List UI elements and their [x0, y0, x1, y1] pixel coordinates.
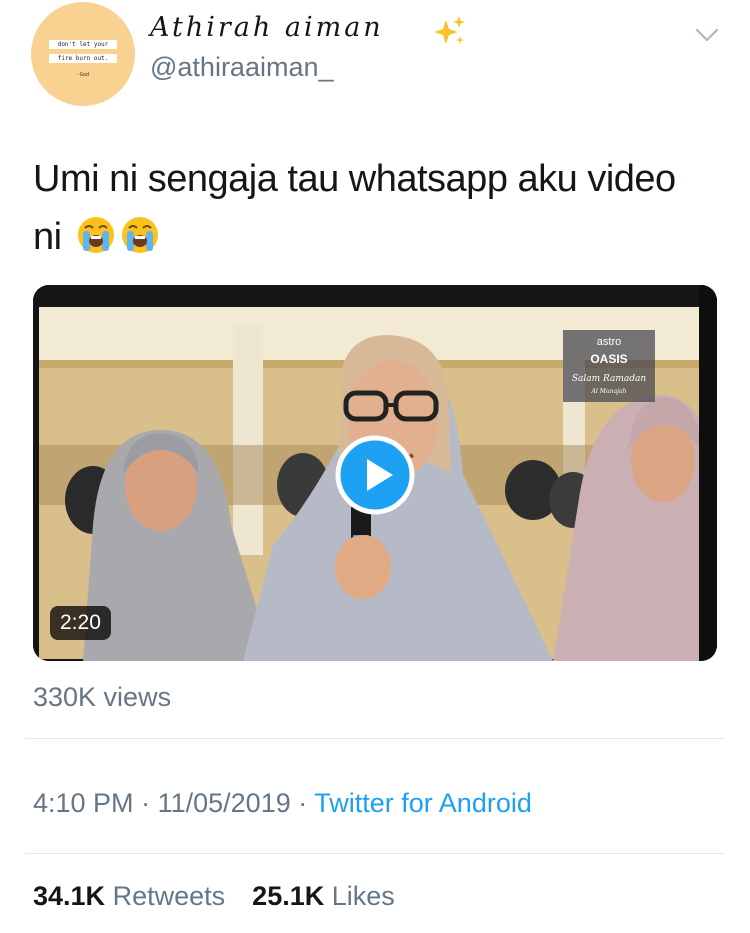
overlay-logo-line-2: OASIS	[590, 352, 627, 366]
avatar-note-sign: -God	[76, 72, 90, 78]
divider	[25, 853, 725, 854]
meta-separator: ·	[298, 788, 308, 818]
user-handle[interactable]: @athiraaiman_	[150, 52, 334, 83]
tweet-time: 4:10 PM	[33, 788, 134, 818]
display-name[interactable]: Athirah aiman	[150, 12, 384, 43]
overlay-logo-line-1: astro	[597, 336, 621, 348]
retweets-stat[interactable]: 34.1K Retweets	[33, 881, 233, 911]
avatar[interactable]: don't let your fire burn out. -God	[31, 2, 135, 106]
avatar-note-line-2: fire burn out.	[49, 54, 117, 63]
tweet-date: 11/05/2019	[157, 788, 291, 818]
sparkles-icon	[434, 16, 465, 44]
overlay-logo-line-3: Salam Ramadan	[572, 374, 647, 384]
tweet-stats: 34.1K Retweets 25.1K Likes	[33, 881, 395, 912]
loudly-crying-face-icon	[121, 217, 158, 253]
tweet-meta: 4:10 PM · 11/05/2019 · Twitter for Andro…	[33, 788, 532, 819]
tweet-detail: don't let your fire burn out. -God Athir…	[0, 0, 750, 933]
video-duration: 2:20	[50, 606, 111, 640]
likes-count: 25.1K	[252, 881, 325, 911]
loudly-crying-face-icon	[77, 217, 114, 253]
chevron-down-icon[interactable]	[694, 22, 720, 48]
tweet-source-link[interactable]: Twitter for Android	[314, 788, 532, 818]
view-count: 330K views	[33, 682, 172, 712]
avatar-note-line-1: don't let your	[49, 40, 117, 49]
retweets-count: 34.1K	[33, 881, 106, 911]
meta-separator: ·	[141, 788, 151, 818]
retweets-label: Retweets	[112, 881, 226, 911]
tweet-text: Umi ni sengaja tau whatsapp aku video ni	[33, 150, 713, 266]
overlay-logo-line-4: Al Munajah	[591, 388, 627, 395]
play-icon[interactable]	[335, 435, 415, 515]
likes-stat[interactable]: 25.1K Likes	[252, 881, 395, 911]
likes-label: Likes	[331, 881, 395, 911]
video-player[interactable]: astro OASIS Salam Ramadan Al Munajah 2:2…	[33, 285, 717, 661]
divider	[25, 738, 725, 739]
